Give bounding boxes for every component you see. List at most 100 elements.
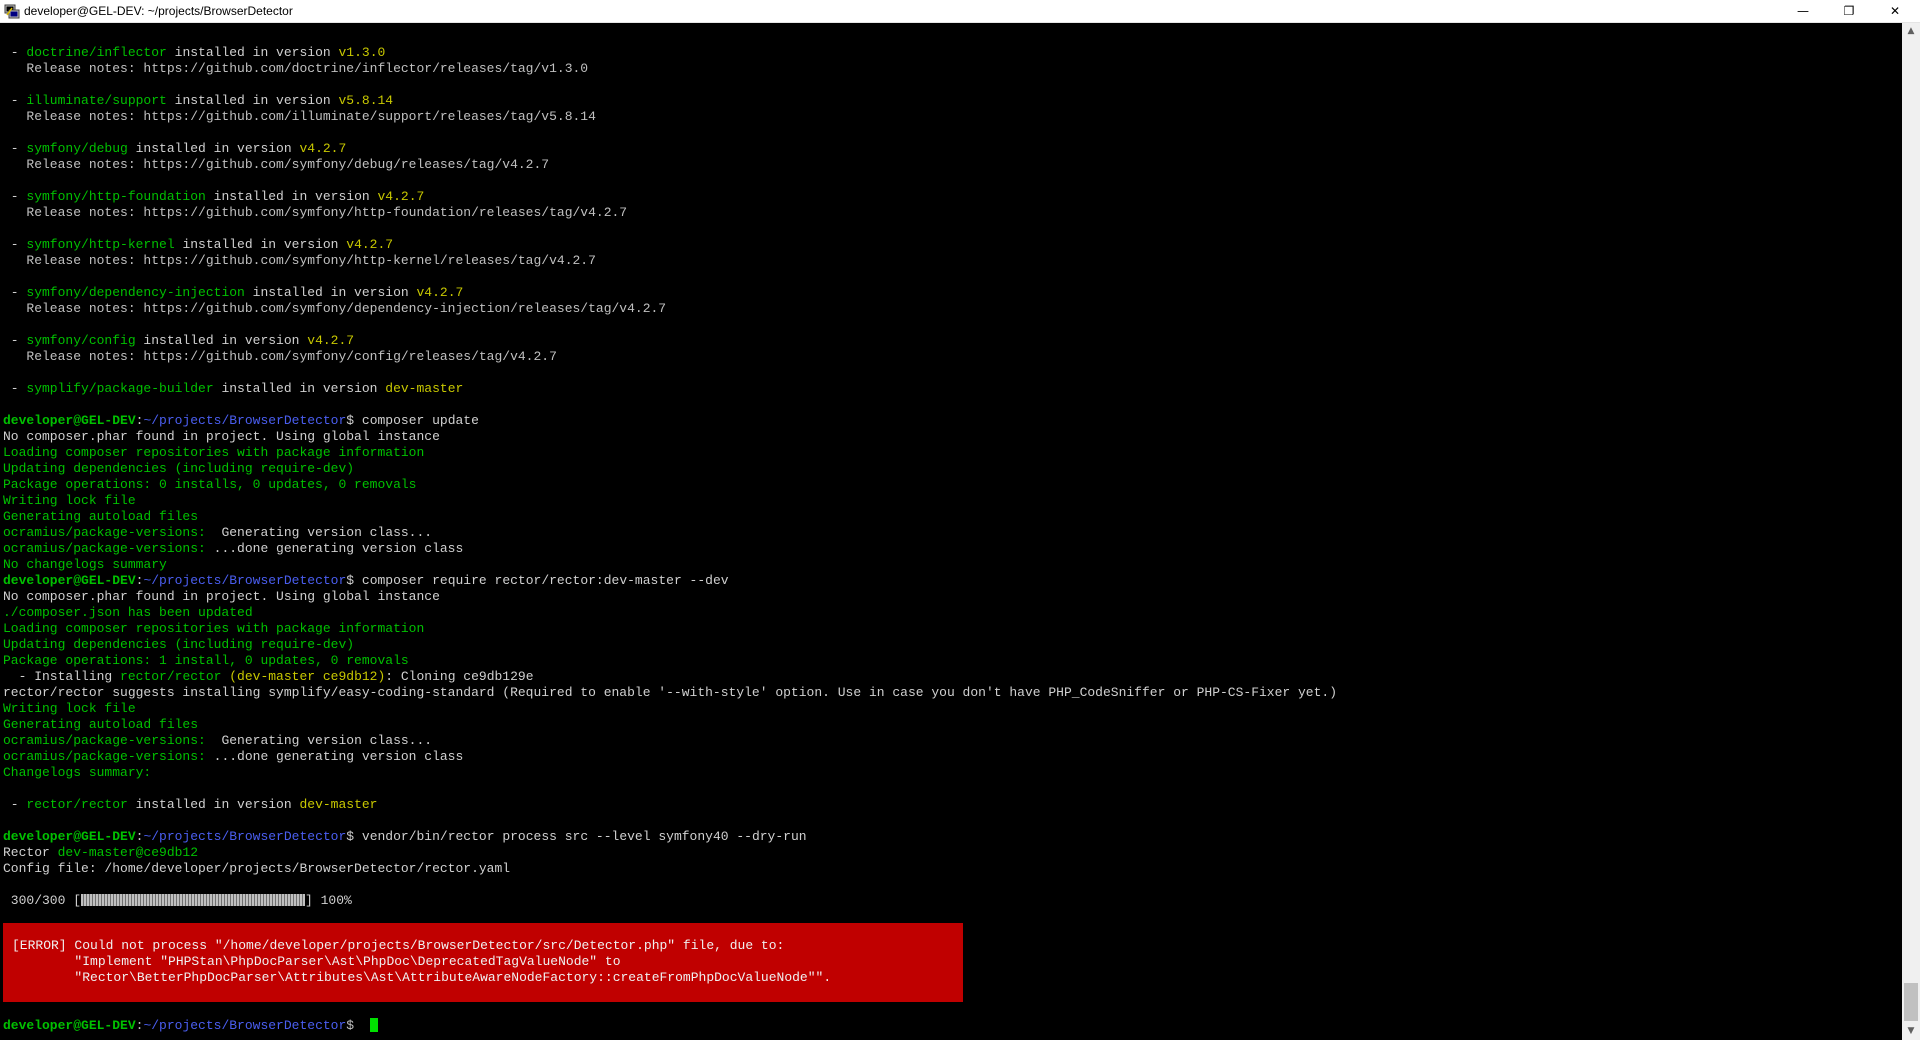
output-line: ocramius/package-versions: Generating ve… xyxy=(3,733,1893,749)
output-line: ocramius/package-versions: ...done gener… xyxy=(3,541,1893,557)
package-version: v1.3.0 xyxy=(338,45,386,60)
output-text: Generating version class... xyxy=(205,733,433,748)
output-line: Loading composer repositories with packa… xyxy=(3,445,425,460)
package-name: doctrine/inflector xyxy=(26,45,167,60)
output-text: Generating version class... xyxy=(205,525,433,540)
output-line: Writing lock file xyxy=(3,493,136,508)
package-line: - symfony/http-kernel installed in versi… xyxy=(3,237,1893,253)
output-label: ocramius/package-versions: xyxy=(3,749,206,764)
package-dash: - xyxy=(3,285,27,300)
package-version: v4.2.7 xyxy=(416,285,464,300)
package-name: symfony/config xyxy=(26,333,136,348)
package-dash: - xyxy=(3,189,27,204)
output-line: Updating dependencies (including require… xyxy=(3,461,355,476)
output-text: Rector xyxy=(3,845,58,860)
putty-terminal-icon[interactable] xyxy=(4,3,20,19)
progress-end: ] 100% xyxy=(305,893,352,908)
error-line: [ERROR] Could not process "/home/develop… xyxy=(12,938,785,953)
output-line: Package operations: 1 install, 0 updates… xyxy=(3,653,409,668)
text-cursor[interactable] xyxy=(369,1018,378,1032)
package-mid: installed in version xyxy=(205,189,378,204)
package-dash: - xyxy=(3,381,27,396)
prompt-path: ~/projects/BrowserDetector xyxy=(143,413,347,428)
output-line: - Installing rector/rector (dev-master c… xyxy=(3,669,1893,685)
package-name: symfony/dependency-injection xyxy=(26,285,245,300)
command-text: composer update xyxy=(361,413,479,428)
prompt-user: developer@GEL-DEV xyxy=(3,573,136,588)
output-line: ./composer.json has been updated xyxy=(3,605,253,620)
package-name: symfony/http-kernel xyxy=(26,237,175,252)
package-dash: - xyxy=(3,93,27,108)
prompt-line: developer@GEL-DEV:~/projects/BrowserDete… xyxy=(3,829,1893,845)
package-dash: - xyxy=(3,141,27,156)
package-name: symplify/package-builder xyxy=(26,381,214,396)
progress-bar xyxy=(81,894,306,906)
command-text: composer require rector/rector:dev-maste… xyxy=(361,573,729,588)
package-name: rector/rector xyxy=(26,797,128,812)
package-line: - symfony/debug installed in version v4.… xyxy=(3,141,1893,157)
package-version: v5.8.14 xyxy=(338,93,394,108)
prompt-line[interactable]: developer@GEL-DEV:~/projects/BrowserDete… xyxy=(3,1018,378,1034)
close-button[interactable]: ✕ xyxy=(1872,0,1918,22)
restore-button[interactable]: ❐ xyxy=(1826,0,1872,22)
output-line: Loading composer repositories with packa… xyxy=(3,621,425,636)
terminal-output[interactable]: - doctrine/inflector installed in versio… xyxy=(3,45,1893,909)
package-dash: - xyxy=(3,237,27,252)
package-mid: installed in version xyxy=(166,45,339,60)
scroll-thumb[interactable] xyxy=(1904,983,1918,1021)
output-line: Package operations: 0 installs, 0 update… xyxy=(3,477,417,492)
title-bar[interactable]: developer@GEL-DEV: ~/projects/BrowserDet… xyxy=(0,0,1920,23)
prompt-dollar: $ xyxy=(346,413,362,428)
package-mid: installed in version xyxy=(244,285,417,300)
release-notes-line: Release notes: https://github.com/illumi… xyxy=(3,109,596,124)
package-line: - rector/rector installed in version dev… xyxy=(3,797,1893,813)
package-version: v4.2.7 xyxy=(299,141,347,156)
prompt-user: developer@GEL-DEV xyxy=(3,829,136,844)
package-name: symfony/http-foundation xyxy=(26,189,206,204)
output-line: Generating autoload files xyxy=(3,509,199,524)
prompt-dollar: $ xyxy=(346,573,362,588)
output-package: rector/rector xyxy=(120,669,222,684)
output-line: Config file: /home/developer/projects/Br… xyxy=(3,861,511,876)
output-label: ocramius/package-versions: xyxy=(3,541,206,556)
minimize-button[interactable]: — xyxy=(1780,0,1826,22)
release-notes-line: Release notes: https://github.com/symfon… xyxy=(3,349,557,364)
error-block: [ERROR] Could not process "/home/develop… xyxy=(3,923,963,1002)
output-line: Writing lock file xyxy=(3,701,136,716)
release-notes-line: Release notes: https://github.com/symfon… xyxy=(3,253,596,268)
error-text: [ERROR] Could not process "/home/develop… xyxy=(12,938,831,986)
scroll-down-icon[interactable]: ▼ xyxy=(1902,1023,1920,1040)
progress-line: 300/300 [] 100% xyxy=(3,893,1893,909)
prompt-line: developer@GEL-DEV:~/projects/BrowserDete… xyxy=(3,573,1893,589)
prompt-dollar: $ xyxy=(346,1018,362,1033)
scroll-up-icon[interactable]: ▲ xyxy=(1902,23,1920,40)
output-line: ocramius/package-versions: ...done gener… xyxy=(3,749,1893,765)
output-text: ...done generating version class xyxy=(205,749,464,764)
output-line: No composer.phar found in project. Using… xyxy=(3,589,440,604)
package-version: v4.2.7 xyxy=(307,333,355,348)
package-line: - illuminate/support installed in versio… xyxy=(3,93,1893,109)
output-line: rector/rector suggests installing sympli… xyxy=(3,685,1338,700)
vertical-scrollbar[interactable]: ▲ ▼ xyxy=(1902,23,1920,1040)
output-text: - Installing xyxy=(3,669,121,684)
release-notes-line: Release notes: https://github.com/doctri… xyxy=(3,61,589,76)
prompt-path: ~/projects/BrowserDetector xyxy=(143,1018,347,1033)
prompt-dollar: $ xyxy=(346,829,362,844)
prompt-user: developer@GEL-DEV xyxy=(3,1018,136,1033)
package-line: - symfony/config installed in version v4… xyxy=(3,333,1893,349)
prompt-path: ~/projects/BrowserDetector xyxy=(143,573,347,588)
package-line: - symplify/package-builder installed in … xyxy=(3,381,1893,397)
prompt-user: developer@GEL-DEV xyxy=(3,413,136,428)
package-mid: installed in version xyxy=(166,93,339,108)
package-name: illuminate/support xyxy=(26,93,167,108)
output-text: : Cloning ce9db129e xyxy=(385,669,534,684)
package-version: dev-master xyxy=(385,381,464,396)
